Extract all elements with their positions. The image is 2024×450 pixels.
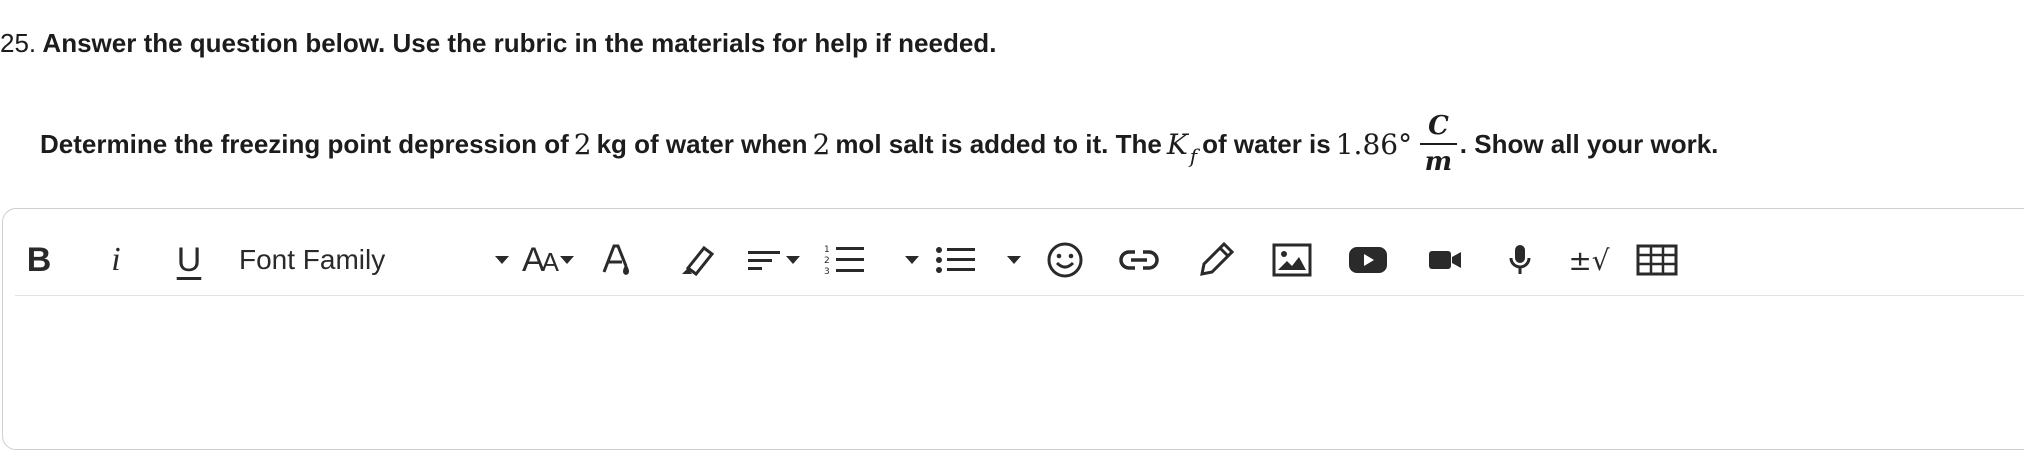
draw-icon [1200,241,1235,276]
question-heading: 25. Answer the question below. Use the r… [0,28,996,59]
bold-button[interactable]: B [21,235,57,285]
emoji-icon [1047,242,1083,278]
bullet-list-icon [936,247,975,273]
draw-button[interactable] [1195,235,1239,285]
prompt-text-1: Determine the freezing point depression … [40,128,569,159]
underline-button[interactable]: U [173,235,205,285]
font-family-label: Font Family [239,244,386,275]
kf-letter: K [1166,127,1188,161]
unit-fraction: C m [1420,112,1457,177]
chevron-down-icon [560,256,575,264]
highlight-icon [682,245,715,277]
bold-icon: B [26,240,52,279]
svg-text:1: 1 [824,245,830,255]
chevron-down-icon [786,256,800,264]
highlight-button[interactable] [673,235,717,285]
video-button[interactable] [1427,235,1463,285]
image-icon [1272,243,1312,277]
link-icon [1119,250,1159,270]
microphone-icon [1509,245,1531,274]
numbered-list-icon: 1 2 3 [824,245,864,277]
video-icon [1429,251,1461,269]
font-size-button[interactable]: AA [515,235,581,285]
mass-value: 2 [573,127,592,161]
editor-toolbar: B i U Font Family AA 1 2 3 ±√ [15,235,2024,296]
kf-symbol: Kf [1162,127,1202,168]
numbered-list-dropdown[interactable]: 1 2 3 [823,235,919,285]
kf-value: 1.86° [1335,127,1413,161]
prompt-text-4: of water is [1202,128,1331,159]
fraction-denominator: m [1424,146,1453,177]
question-prompt: Determine the freezing point depression … [40,98,1718,190]
svg-text:3: 3 [824,267,830,277]
text-color-button[interactable] [599,235,635,285]
chevron-down-icon [495,256,509,264]
prompt-text-3: mol salt is added to it. The [835,128,1162,159]
chevron-down-icon [1007,256,1021,264]
emoji-button[interactable] [1045,235,1085,285]
mol-value: 2 [812,127,831,161]
question-instruction: Answer the question below. Use the rubri… [42,28,997,58]
microphone-button[interactable] [1505,235,1535,285]
font-size-big-a: A [521,240,545,279]
align-dropdown[interactable] [741,235,805,285]
underline-icon: U [176,240,202,279]
bullet-list-dropdown[interactable] [935,235,1021,285]
equation-icon: ±√ [1568,243,1610,277]
image-button[interactable] [1271,235,1313,285]
equation-button[interactable]: ±√ [1568,235,1610,285]
prompt-text-5: . Show all your work. [1459,128,1719,159]
align-icon [748,251,780,270]
text-color-icon [602,244,629,275]
youtube-button[interactable] [1347,235,1389,285]
youtube-icon [1349,247,1387,273]
link-button[interactable] [1117,235,1161,285]
italic-icon: i [111,241,121,278]
answer-editor[interactable]: B i U Font Family AA 1 2 3 ±√ [2,208,2024,450]
table-button[interactable] [1635,235,1679,285]
font-family-dropdown[interactable]: Font Family [239,235,509,285]
italic-button[interactable]: i [101,235,131,285]
chevron-down-icon [905,256,919,264]
question-number: 25. [0,28,37,58]
table-icon [1636,244,1678,276]
fraction-numerator: C [1420,112,1457,145]
prompt-text-2: kg of water when [596,128,808,159]
svg-text:2: 2 [824,256,830,266]
kf-subscript: f [1189,143,1198,168]
font-size-icon: AA [521,240,559,280]
font-size-small-a: A [541,246,559,277]
